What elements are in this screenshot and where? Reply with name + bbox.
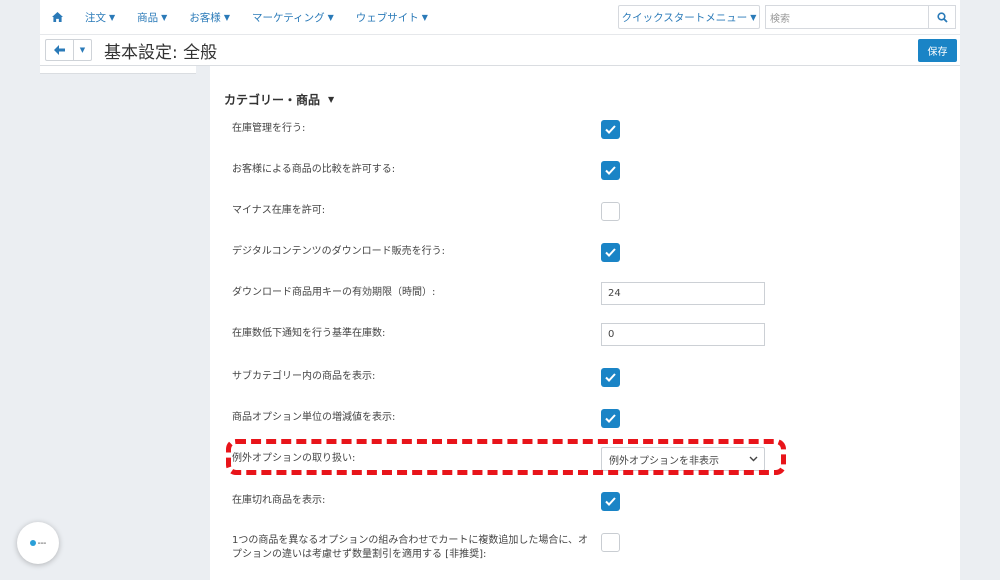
search-icon — [936, 11, 948, 23]
setting-label-line-2: プションの違いは考慮せず数量割引を適用する [非推奨]: — [232, 549, 487, 560]
caret-down-icon: ▼ — [161, 12, 168, 22]
nav-website[interactable]: ウェブサイト ▼ — [356, 10, 428, 25]
logo-icon — [29, 540, 36, 546]
sidebar-panel — [40, 66, 196, 74]
negative-stock-checkbox[interactable] — [601, 202, 620, 221]
section-title: カテゴリー・商品 — [224, 93, 321, 107]
low-stock-threshold-input[interactable]: 0 — [601, 323, 765, 346]
setting-label-line-1: 1つの商品を異なるオプションの組み合わせでカートに複数追加した場合に、オ — [232, 535, 589, 546]
nav-products[interactable]: 商品 ▼ — [137, 10, 167, 25]
caret-down-icon: ▼ — [79, 46, 86, 54]
nav-orders-label: 注文 — [85, 11, 106, 24]
nav-customers-label: お客様 — [189, 11, 221, 24]
check-icon — [605, 497, 616, 506]
floating-help-widget[interactable]: ▬▬▬ — [17, 522, 59, 564]
digital-download-checkbox[interactable] — [601, 243, 620, 262]
caret-down-icon: ▼ — [327, 12, 334, 22]
show-out-of-stock-checkbox[interactable] — [601, 492, 620, 511]
top-navbar: 注文 ▼ 商品 ▼ お客様 ▼ マーケティング ▼ ウェブサイト ▼ クイックス… — [40, 0, 960, 34]
nav-marketing-label: マーケティング — [251, 11, 325, 24]
subcategory-products-checkbox[interactable] — [601, 368, 620, 387]
option-step-checkbox[interactable] — [601, 409, 620, 428]
search-button[interactable] — [928, 5, 956, 29]
caret-down-icon: ▼ — [328, 95, 335, 104]
setting-label: ダウンロード商品用キーの有効期限（時間）: — [232, 287, 436, 298]
setting-label: 在庫管理を行う: — [232, 123, 306, 134]
setting-label: サブカテゴリー内の商品を表示: — [232, 371, 376, 382]
download-key-ttl-input[interactable]: 24 — [601, 282, 765, 305]
home-icon[interactable] — [52, 12, 63, 22]
caret-down-icon: ▼ — [421, 12, 428, 22]
caret-down-icon: ▼ — [750, 12, 757, 22]
setting-label: マイナス在庫を許可: — [232, 205, 326, 216]
quantity-discount-checkbox[interactable] — [601, 533, 620, 552]
section-toggle[interactable]: カテゴリー・商品 ▼ — [224, 91, 334, 108]
back-button[interactable] — [45, 39, 74, 61]
quick-start-menu-button[interactable]: クイックスタートメニュー ▼ — [618, 5, 760, 29]
check-icon — [605, 125, 616, 134]
check-icon — [605, 414, 616, 423]
history-dropdown-button[interactable]: ▼ — [74, 39, 92, 61]
setting-label: 在庫切れ商品を表示: — [232, 495, 326, 506]
page-header: ▼ 基本設定: 全般 保存 — [40, 34, 960, 66]
nav-marketing[interactable]: マーケティング ▼ — [252, 10, 334, 25]
product-compare-checkbox[interactable] — [601, 161, 620, 180]
nav-website-label: ウェブサイト — [355, 11, 419, 24]
arrow-left-icon — [54, 45, 65, 55]
setting-label: お客様による商品の比較を許可する: — [232, 164, 396, 175]
page-title: 基本設定: 全般 — [104, 43, 218, 63]
setting-label: 商品オプション単位の増減値を表示: — [232, 412, 396, 423]
check-icon — [605, 248, 616, 257]
highlight-annotation — [226, 439, 786, 475]
quick-start-label: クイックスタートメニュー — [621, 11, 748, 24]
check-icon — [605, 166, 616, 175]
caret-down-icon: ▼ — [223, 12, 230, 22]
settings-content: カテゴリー・商品 ▼ 在庫管理を行う: お客様による商品の比較を許可する: マイ… — [210, 66, 960, 580]
inventory-tracking-checkbox[interactable] — [601, 120, 620, 139]
check-icon — [605, 373, 616, 382]
nav-customers[interactable]: お客様 ▼ — [189, 10, 230, 25]
setting-label: デジタルコンテンツのダウンロード販売を行う: — [232, 246, 445, 257]
search-placeholder: 検索 — [770, 13, 790, 25]
nav-orders[interactable]: 注文 ▼ — [85, 10, 115, 25]
widget-logo-text: ▬▬▬ — [37, 541, 47, 545]
save-button[interactable]: 保存 — [918, 39, 957, 62]
search-input[interactable]: 検索 — [765, 5, 929, 29]
caret-down-icon: ▼ — [109, 12, 116, 22]
setting-label: 在庫数低下通知を行う基準在庫数: — [232, 328, 386, 339]
nav-products-label: 商品 — [137, 11, 159, 24]
back-button-group: ▼ — [45, 39, 92, 61]
